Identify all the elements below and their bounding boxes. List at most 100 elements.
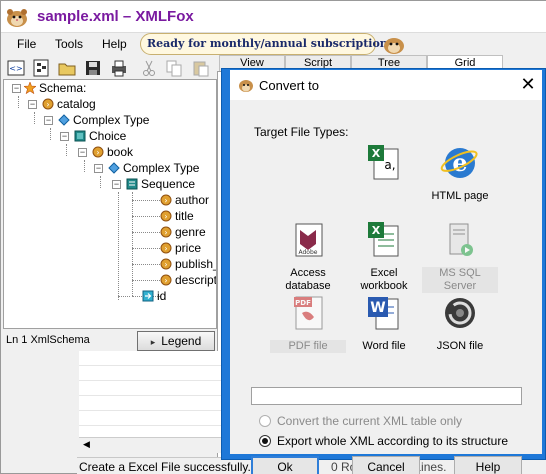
- svg-text:X: X: [372, 147, 381, 160]
- tree-node-book[interactable]: › book: [92, 145, 133, 161]
- tree-node-price[interactable]: › price: [160, 241, 201, 257]
- tree-expander[interactable]: −: [112, 180, 121, 189]
- option-html-page[interactable]: e HTML page: [422, 143, 498, 203]
- option-label: HTML page: [431, 190, 489, 202]
- option-json-file[interactable]: JSON file: [422, 293, 498, 353]
- tree-expander[interactable]: −: [60, 132, 69, 141]
- word-icon: W: [368, 297, 399, 330]
- excel-sheet-icon: a, X: [368, 145, 399, 180]
- tree-node-label: genre: [175, 225, 206, 239]
- ok-button[interactable]: Ok: [251, 456, 319, 474]
- horizontal-scrollbar[interactable]: [79, 437, 239, 453]
- choice-icon: [74, 130, 86, 142]
- element-icon: ›: [92, 146, 104, 158]
- svg-text:<>: <>: [9, 64, 22, 73]
- dialog-title-bar[interactable]: Convert to ✕: [230, 70, 542, 100]
- tree-status-row: Ln 1 XmlSchema ▸ Legend: [1, 329, 217, 351]
- radio-button[interactable]: [259, 435, 271, 447]
- schema-tree[interactable]: − Schema: − › catalog − Complex Type − Ch…: [3, 79, 217, 329]
- xml-source-icon[interactable]: <>: [6, 58, 26, 78]
- svg-text:a,: a,: [384, 158, 395, 172]
- title-bar[interactable]: sample.xml – XMLFox: [1, 1, 546, 33]
- close-icon[interactable]: ✕: [518, 74, 538, 94]
- tree-node-choice[interactable]: Choice: [74, 129, 126, 145]
- option-access-database[interactable]: Adobe Access database: [270, 220, 346, 293]
- svg-text:X: X: [372, 224, 381, 237]
- menu-file[interactable]: File: [17, 37, 36, 51]
- radio-button[interactable]: [259, 415, 271, 427]
- convert-dialog: Convert to ✕ Target File Types: a, X e H…: [221, 68, 546, 474]
- tree-node-id[interactable]: id: [142, 289, 166, 305]
- scroll-left-icon[interactable]: ◀: [83, 439, 90, 450]
- svg-text:›: ›: [164, 228, 167, 237]
- tree-node-schema[interactable]: Schema:: [24, 81, 86, 97]
- sequence-icon: [126, 178, 138, 190]
- option-label-line1: MS SQL: [422, 267, 498, 280]
- server-icon: [449, 223, 473, 256]
- tree-node-sequence[interactable]: Sequence: [126, 177, 195, 193]
- tree-node-description[interactable]: › descript: [160, 273, 217, 289]
- schema-icon[interactable]: [31, 58, 51, 78]
- copy-icon[interactable]: [164, 58, 184, 78]
- svg-text:›: ›: [96, 148, 99, 157]
- radio-label: Export whole XML according to its struct…: [277, 434, 508, 448]
- menu-help[interactable]: Help: [102, 37, 127, 51]
- tree-node-label: publish_: [175, 257, 217, 271]
- tree-node-label: author: [175, 193, 210, 207]
- option-excel-cells[interactable]: a, X: [346, 143, 422, 190]
- svg-text:Adobe: Adobe: [299, 249, 318, 256]
- tree-expander[interactable]: −: [28, 100, 37, 109]
- option-ms-sql-server[interactable]: MS SQL Server: [422, 220, 498, 293]
- element-icon: ›: [42, 98, 54, 110]
- tree-node-author[interactable]: › author: [160, 193, 209, 209]
- option-excel-workbook[interactable]: X Excel workbook: [346, 220, 422, 293]
- legend-button[interactable]: ▸ Legend: [137, 331, 215, 351]
- tree-node-label: book: [107, 145, 134, 159]
- grid-rows: [79, 351, 239, 437]
- tree-node-label: Complex Type: [123, 161, 200, 175]
- paste-icon[interactable]: [191, 58, 211, 78]
- cut-icon[interactable]: [139, 58, 159, 78]
- tree-node-title[interactable]: › title: [160, 209, 194, 225]
- save-icon[interactable]: [83, 58, 103, 78]
- tree-node-label: Complex Type: [73, 113, 150, 127]
- hamster-app-icon: [7, 9, 27, 27]
- element-icon: ›: [160, 258, 172, 270]
- tree-node-complex-type[interactable]: Complex Type: [108, 161, 199, 177]
- tree-node-label: catalog: [57, 97, 96, 111]
- open-folder-icon[interactable]: [57, 58, 77, 78]
- legend-label: Legend: [161, 334, 202, 348]
- status-message: Create a Excel File successfully.: [79, 460, 251, 474]
- svg-text:›: ›: [164, 244, 167, 253]
- tree-node-label: price: [175, 241, 202, 255]
- status-text: Ln 1 XmlSchema: [6, 334, 90, 346]
- tree-node-complex-type[interactable]: Complex Type: [58, 113, 149, 129]
- tree-node-publish[interactable]: › publish_: [160, 257, 217, 273]
- help-button[interactable]: Help: [454, 456, 522, 474]
- tree-expander[interactable]: −: [94, 164, 103, 173]
- window-title: sample.xml – XMLFox: [37, 8, 194, 25]
- option-label-line2: Server: [422, 280, 498, 293]
- element-icon: ›: [160, 194, 172, 206]
- svg-text:›: ›: [164, 212, 167, 221]
- tree-node-catalog[interactable]: › catalog: [42, 97, 96, 113]
- print-icon[interactable]: [109, 58, 129, 78]
- output-path-field[interactable]: [251, 387, 522, 405]
- tree-expander[interactable]: −: [44, 116, 53, 125]
- svg-text:PDF: PDF: [295, 299, 311, 307]
- tree-node-label: id: [157, 289, 167, 303]
- tree-expander[interactable]: −: [12, 84, 21, 93]
- menu-tools[interactable]: Tools: [55, 37, 83, 51]
- svg-text:›: ›: [164, 196, 167, 205]
- tree-expander[interactable]: −: [78, 148, 87, 157]
- tree-node-genre[interactable]: › genre: [160, 225, 206, 241]
- star-icon: [24, 82, 36, 94]
- radio-whole-xml[interactable]: Export whole XML according to its struct…: [259, 434, 508, 450]
- cancel-button[interactable]: Cancel: [352, 456, 420, 474]
- subscription-promo[interactable]: Ready for monthly/annual subscription?: [140, 33, 394, 55]
- option-word-file[interactable]: W Word file: [346, 293, 422, 353]
- target-types-label: Target File Types:: [254, 125, 349, 139]
- tree-node-label: descript: [175, 273, 217, 287]
- option-pdf-file[interactable]: PDF PDF file: [270, 293, 346, 353]
- radio-current-table[interactable]: Convert the current XML table only: [259, 414, 462, 430]
